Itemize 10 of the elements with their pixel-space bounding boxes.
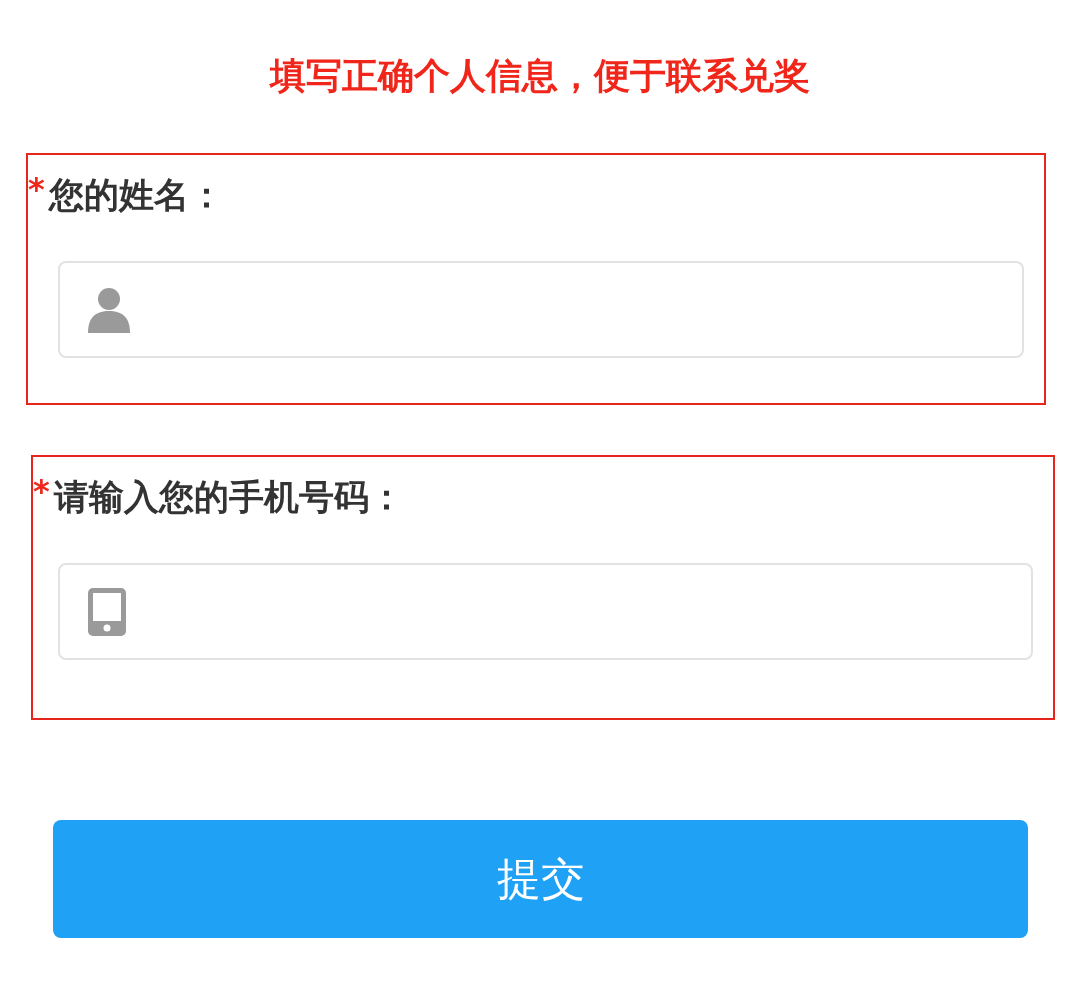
person-icon [88,286,130,333]
phone-icon [88,587,126,636]
input-field[interactable] [58,261,1024,358]
form-heading: 填写正确个人信息，便于联系兑奖 [268,54,811,98]
required-mark: * [33,471,50,511]
input-field[interactable] [58,563,1033,660]
required-mark: * [28,169,45,209]
submit-button[interactable]: 提交 [53,820,1028,938]
field-label: 请输入您的手机号码： [53,476,404,519]
field-label: 您的姓名： [48,174,224,217]
